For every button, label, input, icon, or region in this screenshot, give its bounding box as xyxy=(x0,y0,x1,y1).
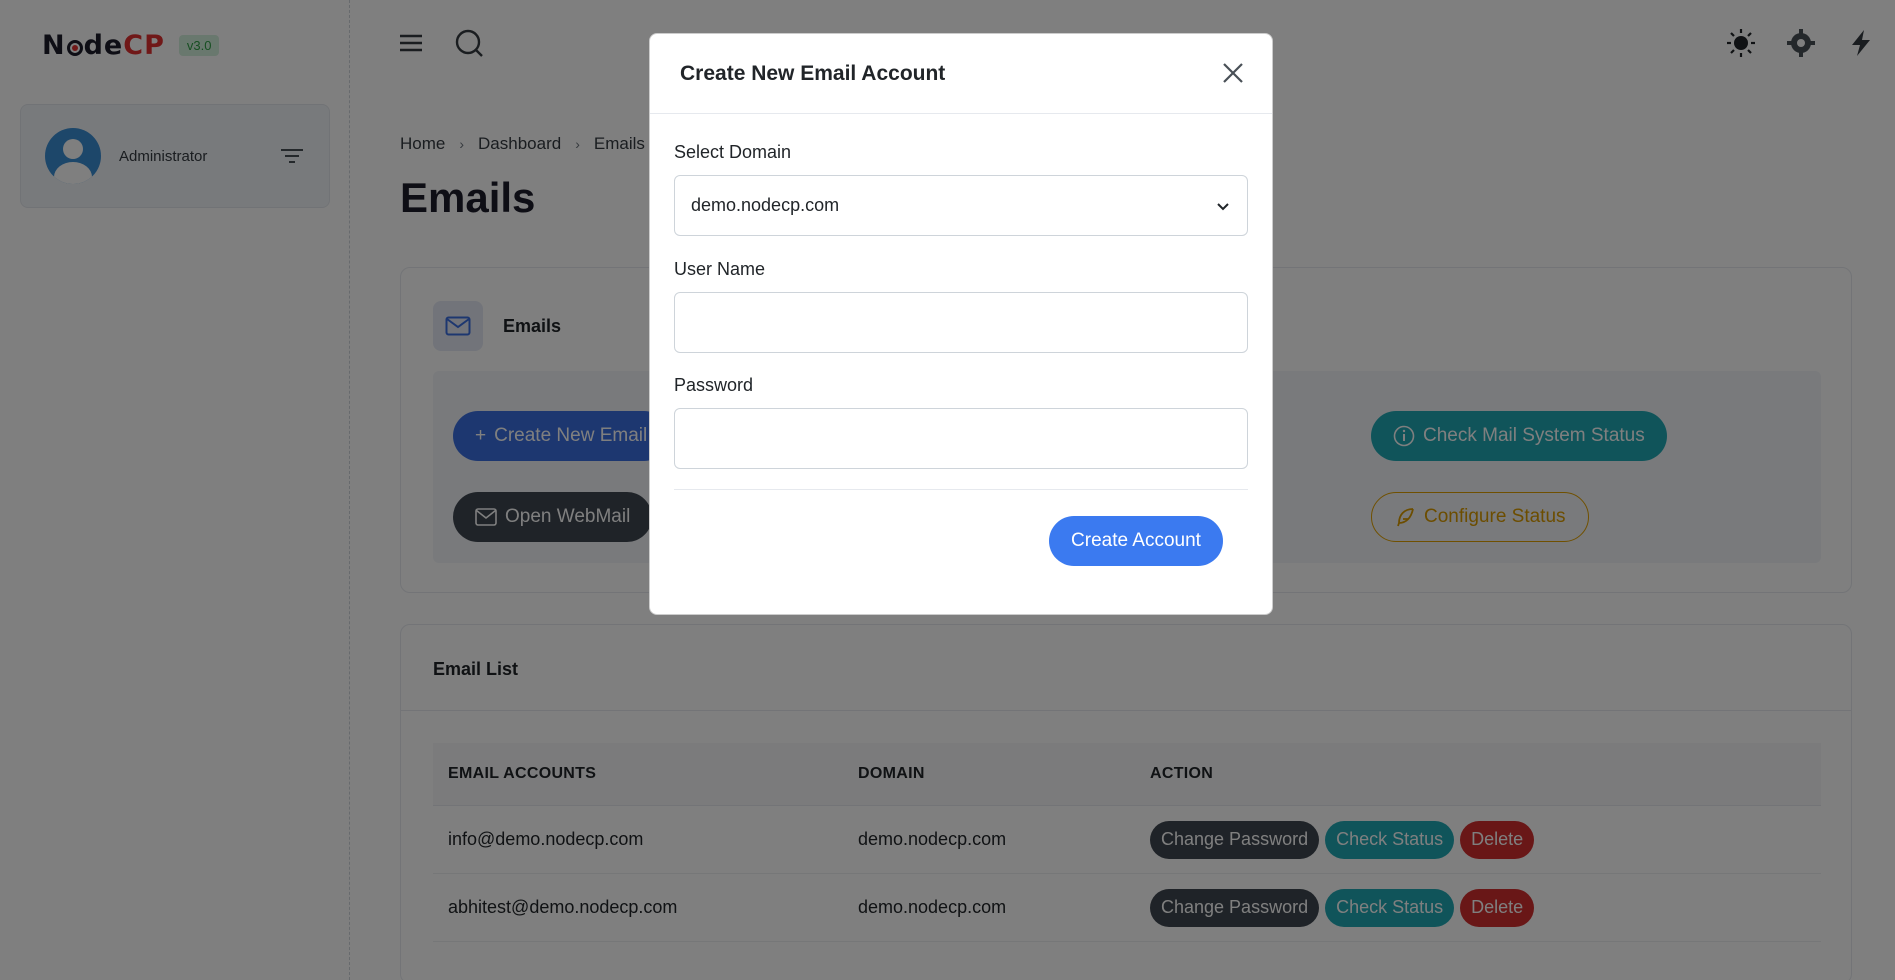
domain-select[interactable]: demo.nodecp.com xyxy=(674,175,1248,236)
select-domain-label: Select Domain xyxy=(674,142,792,162)
domain-select-value: demo.nodecp.com xyxy=(691,195,840,215)
chevron-down-icon xyxy=(1217,203,1229,211)
close-icon[interactable] xyxy=(1220,60,1246,86)
password-input[interactable] xyxy=(675,409,1247,468)
password-label: Password xyxy=(674,375,754,395)
username-field xyxy=(674,292,1248,353)
modal-title: Create New Email Account xyxy=(680,62,946,85)
username-input[interactable] xyxy=(675,293,1247,352)
modal-header: Create New Email Account xyxy=(650,34,1272,114)
username-label: User Name xyxy=(674,259,766,279)
create-email-modal: Create New Email Account Select Domain d… xyxy=(649,33,1273,615)
password-field xyxy=(674,408,1248,469)
modal-divider xyxy=(674,489,1248,490)
create-account-button[interactable]: Create Account xyxy=(1049,516,1223,566)
